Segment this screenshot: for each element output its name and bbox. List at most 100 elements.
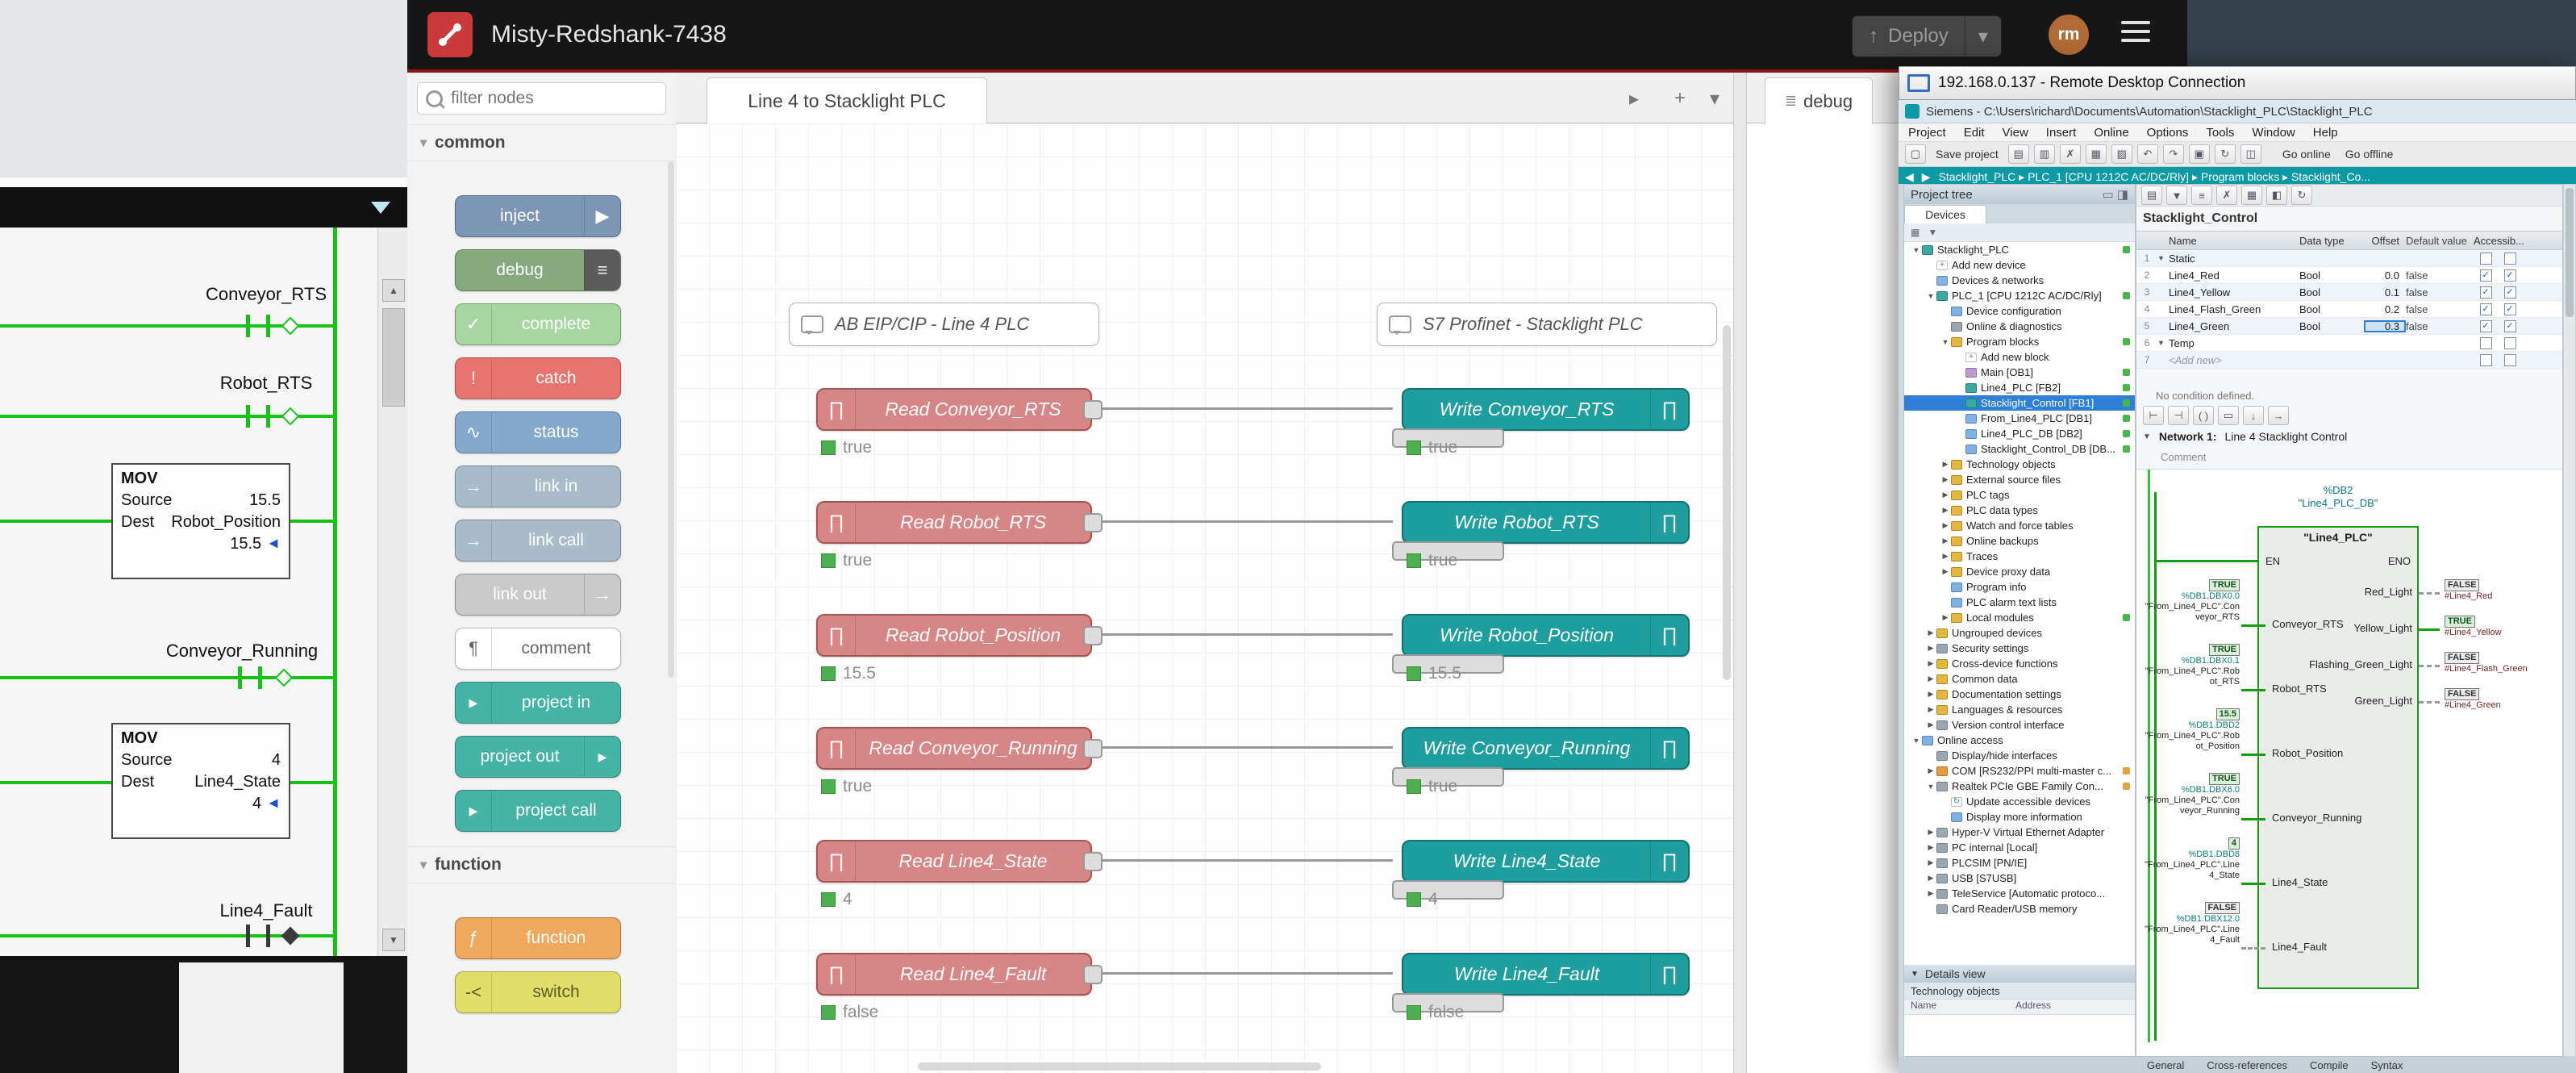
editor-toolbar-icon[interactable]: ▤ — [2141, 186, 2162, 205]
tree-item[interactable]: Display more information — [1904, 809, 2135, 825]
avatar[interactable]: rm — [2049, 15, 2089, 55]
tree-item[interactable]: Program info — [1904, 579, 2135, 595]
panel-buttons-icon[interactable]: ▭ ◨ — [2102, 187, 2128, 202]
toolbar-icon[interactable]: ✗ — [2060, 144, 2081, 164]
col-name[interactable]: Name — [2169, 235, 2299, 247]
tree-item[interactable]: ▶ External source files — [1904, 472, 2135, 487]
tree-item[interactable]: ▶ Ungrouped devices — [1904, 625, 2135, 641]
dropdown-arrow-icon[interactable] — [371, 202, 390, 214]
comment-node[interactable]: AB EIP/CIP - Line 4 PLC — [789, 303, 1099, 346]
tag-name[interactable]: Temp — [2169, 337, 2299, 349]
ladder-toolbar-icon[interactable]: → — [2268, 406, 2289, 425]
tree-item[interactable]: ▼ Realtek PCIe GBE Family Con... — [1904, 779, 2135, 794]
toolbar-icon[interactable]: ▣ — [2189, 144, 2210, 164]
expander-icon[interactable]: ▼ — [1925, 292, 1936, 300]
operand[interactable]: FALSE #Line4_Flash_Green — [2445, 652, 2561, 674]
toolbar-icon[interactable]: ▦ — [2086, 144, 2107, 164]
menu-item[interactable]: Project — [1908, 126, 1946, 140]
palette-node[interactable]: → link out — [455, 574, 621, 616]
tree-item[interactable]: Display/hide interfaces — [1904, 748, 2135, 763]
editor-toolbar-icon[interactable]: ▼ — [2166, 186, 2187, 205]
operand[interactable]: TRUE #Line4_Yellow — [2445, 616, 2561, 638]
tree-item[interactable]: ▶ USB [S7USB] — [1904, 871, 2135, 886]
editor-scrollbar[interactable] — [2563, 184, 2576, 1057]
menu-item[interactable]: Tools — [2206, 126, 2234, 140]
writable-checkbox[interactable] — [2504, 337, 2516, 349]
table-row[interactable]: 3 Line4_Yellow Bool 0.1 false — [2136, 284, 2562, 301]
menu-item[interactable]: Insert — [2046, 126, 2077, 140]
read-node[interactable]: ∏ Read Robot_RTS — [816, 501, 1092, 544]
palette-category-common[interactable]: ▾ common — [407, 124, 676, 161]
tree-item[interactable]: ▶ Traces — [1904, 549, 2135, 564]
scroll-up-icon[interactable]: ▲ — [382, 279, 405, 302]
expander-icon[interactable]: ▶ — [1925, 828, 1936, 837]
writable-checkbox[interactable] — [2504, 269, 2516, 282]
palette-node[interactable]: ƒ function — [455, 917, 621, 959]
col-accessible[interactable]: Accessib... — [2474, 235, 2524, 247]
save-project-button[interactable]: Save project — [1931, 148, 2003, 161]
palette-node[interactable]: ▸ project in — [455, 682, 621, 724]
contact-icon[interactable] — [246, 405, 250, 428]
table-row[interactable]: 5 Line4_Green Bool 0.3 false — [2136, 318, 2562, 335]
tree-item[interactable]: ▶ COM [RS232/PPI multi-master c... — [1904, 763, 2135, 779]
expander-icon[interactable]: ▶ — [1925, 874, 1936, 883]
inspector-tab[interactable]: Cross-references — [2195, 1058, 2299, 1073]
tree-item[interactable]: ▶ Online backups — [1904, 533, 2135, 549]
contact-icon[interactable] — [266, 315, 270, 337]
write-node[interactable]: ∏ Write Robot_Position — [1402, 614, 1690, 657]
details-view-header[interactable]: ▼ Details view — [1904, 965, 2135, 983]
read-node[interactable]: ∏ Read Conveyor_Running — [816, 727, 1092, 770]
tag-datatype[interactable]: Bool — [2299, 303, 2364, 315]
expander-icon[interactable]: ▶ — [1925, 766, 1936, 775]
tag-name[interactable]: <Add new> — [2169, 354, 2299, 366]
palette-node[interactable]: ▸ project out — [455, 736, 621, 778]
accessible-checkbox[interactable] — [2480, 253, 2492, 265]
operand[interactable]: TRUE %DB1.DBX0.0 "From_Line4_PLC".Convey… — [2145, 579, 2240, 623]
inspector-tab[interactable]: Compile — [2299, 1058, 2360, 1073]
tag-default[interactable]: false — [2406, 286, 2474, 299]
palette-node[interactable]: ∿ status — [455, 411, 621, 453]
menu-item[interactable]: View — [2003, 126, 2028, 140]
tag-datatype[interactable]: Bool — [2299, 320, 2364, 332]
flow-canvas[interactable]: AB EIP/CIP - Line 4 PLC S7 Profinet - St… — [676, 123, 1733, 1073]
expander-icon[interactable]: ▶ — [1940, 506, 1951, 515]
tag-name[interactable]: Line4_Yellow — [2169, 286, 2299, 299]
tag-datatype[interactable]: Bool — [2299, 269, 2364, 282]
tag-datatype[interactable]: Bool — [2299, 286, 2364, 299]
palette-node[interactable]: ¶ comment — [455, 628, 621, 670]
table-row[interactable]: 1 ▼ Static — [2136, 250, 2562, 267]
tree-item[interactable]: Devices & networks — [1904, 273, 2135, 288]
tree-item[interactable]: ▶ Technology objects — [1904, 457, 2135, 472]
contact-icon[interactable] — [246, 925, 250, 947]
output-port[interactable] — [1083, 965, 1103, 984]
tag-name[interactable]: Static — [2169, 253, 2299, 265]
tag-default[interactable]: false — [2406, 269, 2474, 282]
expander-icon[interactable]: ▶ — [1925, 644, 1936, 653]
tree-item[interactable]: ▶ Languages & resources — [1904, 702, 2135, 717]
table-row[interactable]: 6 ▼ Temp — [2136, 335, 2562, 352]
tree-filter-icon[interactable]: ▼ — [1928, 227, 1937, 238]
palette-search[interactable] — [417, 82, 666, 115]
editor-toolbar-icon[interactable]: ▦ — [2241, 186, 2262, 205]
contact-icon[interactable] — [238, 666, 242, 689]
expander-icon[interactable]: ▶ — [1925, 690, 1936, 699]
tree-item[interactable]: ▼ Program blocks — [1904, 334, 2135, 349]
tree-item[interactable]: From_Line4_PLC [DB1] — [1904, 411, 2135, 426]
mov-instruction[interactable]: MOV Source 4 Dest Line4_State 4 ◄ — [111, 723, 290, 839]
toolbar-icon[interactable]: ↻ — [2215, 144, 2236, 164]
tree-item[interactable]: ▶ PLC data types — [1904, 503, 2135, 518]
tab-devices[interactable]: Devices — [1904, 205, 1986, 223]
expander-icon[interactable]: ▶ — [1940, 475, 1951, 484]
operand[interactable]: TRUE %DB1.DBX6.0 "From_Line4_PLC".Convey… — [2145, 773, 2240, 816]
writable-checkbox[interactable] — [2504, 286, 2516, 299]
write-node[interactable]: ∏ Write Conveyor_RTS — [1402, 388, 1690, 431]
table-row[interactable]: 4 Line4_Flash_Green Bool 0.2 false — [2136, 301, 2562, 318]
inspector-tab[interactable]: Syntax — [2360, 1058, 2415, 1073]
editor-toolbar-icon[interactable]: ◧ — [2266, 186, 2287, 205]
operand[interactable]: FALSE #Line4_Green — [2445, 688, 2561, 711]
expander-icon[interactable]: ▶ — [1925, 858, 1936, 867]
expander-icon[interactable]: ▶ — [1940, 613, 1951, 622]
flow-tab[interactable]: Line 4 to Stacklight PLC — [707, 77, 987, 124]
expander-icon[interactable]: ▶ — [1925, 674, 1936, 683]
tag-name[interactable]: Line4_Flash_Green — [2169, 303, 2299, 315]
